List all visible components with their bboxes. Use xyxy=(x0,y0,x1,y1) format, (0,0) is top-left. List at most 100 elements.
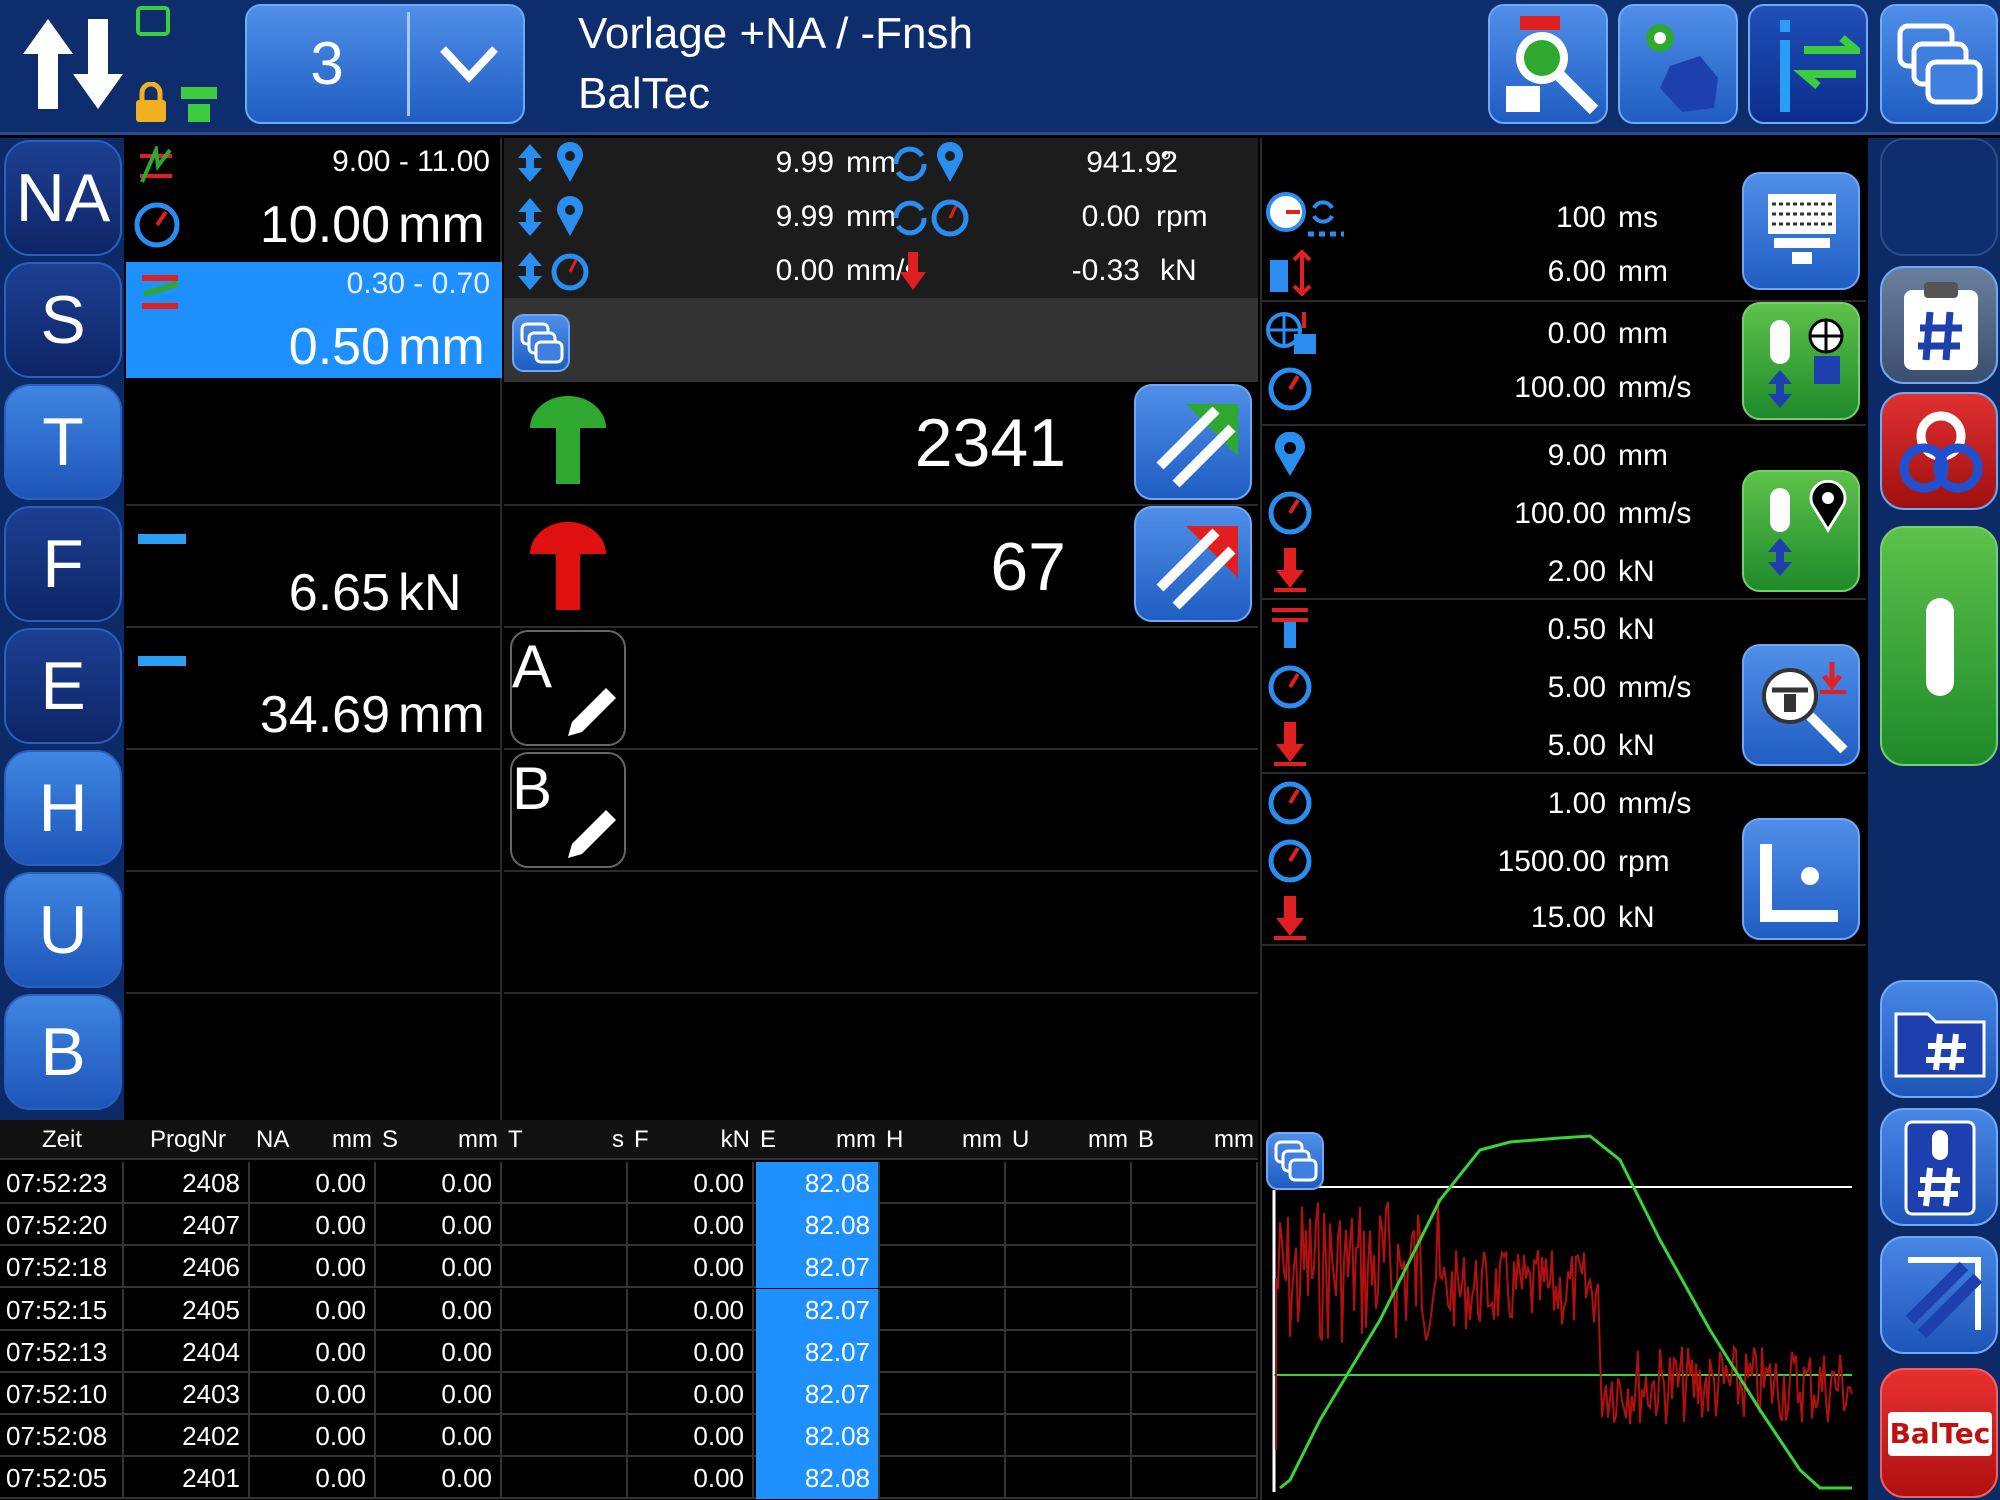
table-cell: 0.00 xyxy=(630,1415,754,1458)
table-cell: 82.08 xyxy=(756,1162,880,1204)
p3-force-value: 2.00 xyxy=(1547,555,1606,588)
nav-na[interactable]: NA xyxy=(4,140,122,256)
clipboard-hash-icon xyxy=(1904,282,1978,370)
reset-good-count-button[interactable] xyxy=(1134,384,1252,500)
column-header: ProgNr xyxy=(130,1120,246,1160)
force-value: -0.33 xyxy=(1071,254,1140,287)
p4-speed-value: 5.00 xyxy=(1547,671,1606,704)
table-cell: 2408 xyxy=(126,1162,250,1204)
windows-stack-icon xyxy=(520,322,564,364)
na-range: 9.00 - 11.00 xyxy=(332,145,490,178)
gauge-icon xyxy=(1268,781,1312,825)
speed-value: 0.00 xyxy=(775,254,834,287)
manual-mode-button[interactable] xyxy=(1618,4,1738,124)
column-header-name: B xyxy=(1138,1126,1155,1153)
cycle-setting-button[interactable] xyxy=(1742,172,1860,290)
program-selector[interactable]: 3 xyxy=(245,4,525,124)
table-cell: 0.00 xyxy=(252,1246,376,1289)
table-cell: 0.00 xyxy=(378,1330,502,1373)
force-arrow-icon xyxy=(1274,896,1306,940)
nav-e[interactable]: E xyxy=(4,628,122,744)
lock-icon xyxy=(136,82,166,122)
link-connect-button[interactable] xyxy=(1880,392,1998,510)
up-down-arrows-icon[interactable] xyxy=(18,14,128,114)
inspect-tool-button[interactable] xyxy=(1488,4,1608,124)
table-cell xyxy=(1008,1457,1132,1500)
note-a-button[interactable]: A xyxy=(510,630,626,746)
p5-rpm-value: 1500.00 xyxy=(1497,845,1606,878)
table-cell: 07:52:18 xyxy=(0,1246,124,1289)
table-cell: 0.00 xyxy=(252,1415,376,1458)
table-cell: 0.00 xyxy=(252,1457,376,1500)
status-windows-button[interactable] xyxy=(512,314,570,372)
stroke-icon xyxy=(142,275,179,309)
clipboard-number-button[interactable] xyxy=(1880,266,1998,384)
table-cell xyxy=(504,1457,628,1500)
column-header-unit: s xyxy=(612,1126,624,1153)
chart-windows-button[interactable] xyxy=(1266,1132,1324,1190)
column-header-name: Zeit xyxy=(41,1126,82,1153)
nav-t[interactable]: T xyxy=(4,384,122,500)
column-header: Umm xyxy=(1012,1120,1128,1160)
end-point-setting-button[interactable] xyxy=(1742,818,1860,940)
force-arrow-icon xyxy=(900,252,926,290)
p1-time-value: 100 xyxy=(1555,201,1606,234)
pos1-value: 9.99 xyxy=(775,146,834,179)
row-divider xyxy=(126,504,502,506)
speed-icon xyxy=(518,252,589,291)
good-count: 2341 xyxy=(914,405,1066,481)
table-cell xyxy=(882,1373,1006,1415)
nav-u[interactable]: U xyxy=(4,872,122,988)
table-cell xyxy=(1134,1288,1258,1331)
counter-number-button[interactable] xyxy=(1880,1108,1998,1226)
table-cell xyxy=(882,1246,1006,1289)
table-cell xyxy=(504,1330,628,1373)
p5-speed-unit: mm/s xyxy=(1618,787,1692,820)
nav-h[interactable]: H xyxy=(4,750,122,866)
note-b-button[interactable]: B xyxy=(510,752,626,868)
force-arrow-icon xyxy=(1274,722,1306,766)
p4-force-unit: kN xyxy=(1618,613,1655,646)
program-number: 3 xyxy=(310,30,344,97)
nav-s[interactable]: S xyxy=(4,262,122,378)
table-cell xyxy=(1134,1204,1258,1247)
column-header-name: F xyxy=(634,1126,649,1153)
table-cell: 07:52:08 xyxy=(0,1415,124,1458)
nav-b[interactable]: B xyxy=(4,994,122,1110)
rotation-angle-icon xyxy=(893,142,963,182)
start-enable-button[interactable] xyxy=(1880,526,1998,766)
table-cell: 0.00 xyxy=(630,1162,754,1204)
position-setting-button[interactable] xyxy=(1742,470,1860,592)
table-cell xyxy=(1008,1162,1132,1204)
column-header-unit: mm xyxy=(458,1126,498,1153)
tolerance-icon xyxy=(140,146,172,183)
table-cell xyxy=(882,1204,1006,1247)
column-header-name: NA xyxy=(256,1126,290,1153)
start-indicator-icon xyxy=(1926,598,1954,696)
gauge-icon xyxy=(1268,367,1312,411)
table-cell xyxy=(1008,1415,1132,1458)
nav-f[interactable]: F xyxy=(4,506,122,622)
table-cell: 82.07 xyxy=(756,1373,880,1415)
force-detect-setting-button[interactable] xyxy=(1742,644,1860,766)
distance-icon xyxy=(1270,250,1312,296)
target-approach-icon xyxy=(1768,318,1844,408)
info-transfer-button[interactable] xyxy=(1748,4,1868,124)
p5-speed-value: 1.00 xyxy=(1547,787,1606,820)
table-cell xyxy=(1008,1288,1132,1331)
column-header: Bmm xyxy=(1138,1120,1254,1160)
reset-counters-button[interactable] xyxy=(1880,1236,1998,1354)
approach-setting-button[interactable] xyxy=(1742,302,1860,420)
e-value: 34.69 xyxy=(259,686,390,744)
baltec-logo-button[interactable]: BalTec xyxy=(1880,1368,1998,1498)
column-header: Ts xyxy=(508,1120,624,1160)
window-switch-button[interactable] xyxy=(1880,4,1998,124)
chevron-down-icon[interactable] xyxy=(437,41,501,85)
position-icon xyxy=(518,196,583,236)
program-folder-button[interactable] xyxy=(1880,980,1998,1098)
reset-bad-count-button[interactable] xyxy=(1134,506,1252,622)
column-header-name: E xyxy=(760,1126,777,1153)
counter-hash-icon xyxy=(1904,1120,1976,1216)
bad-count: 67 xyxy=(990,529,1066,605)
table-cell: 2407 xyxy=(126,1204,250,1247)
